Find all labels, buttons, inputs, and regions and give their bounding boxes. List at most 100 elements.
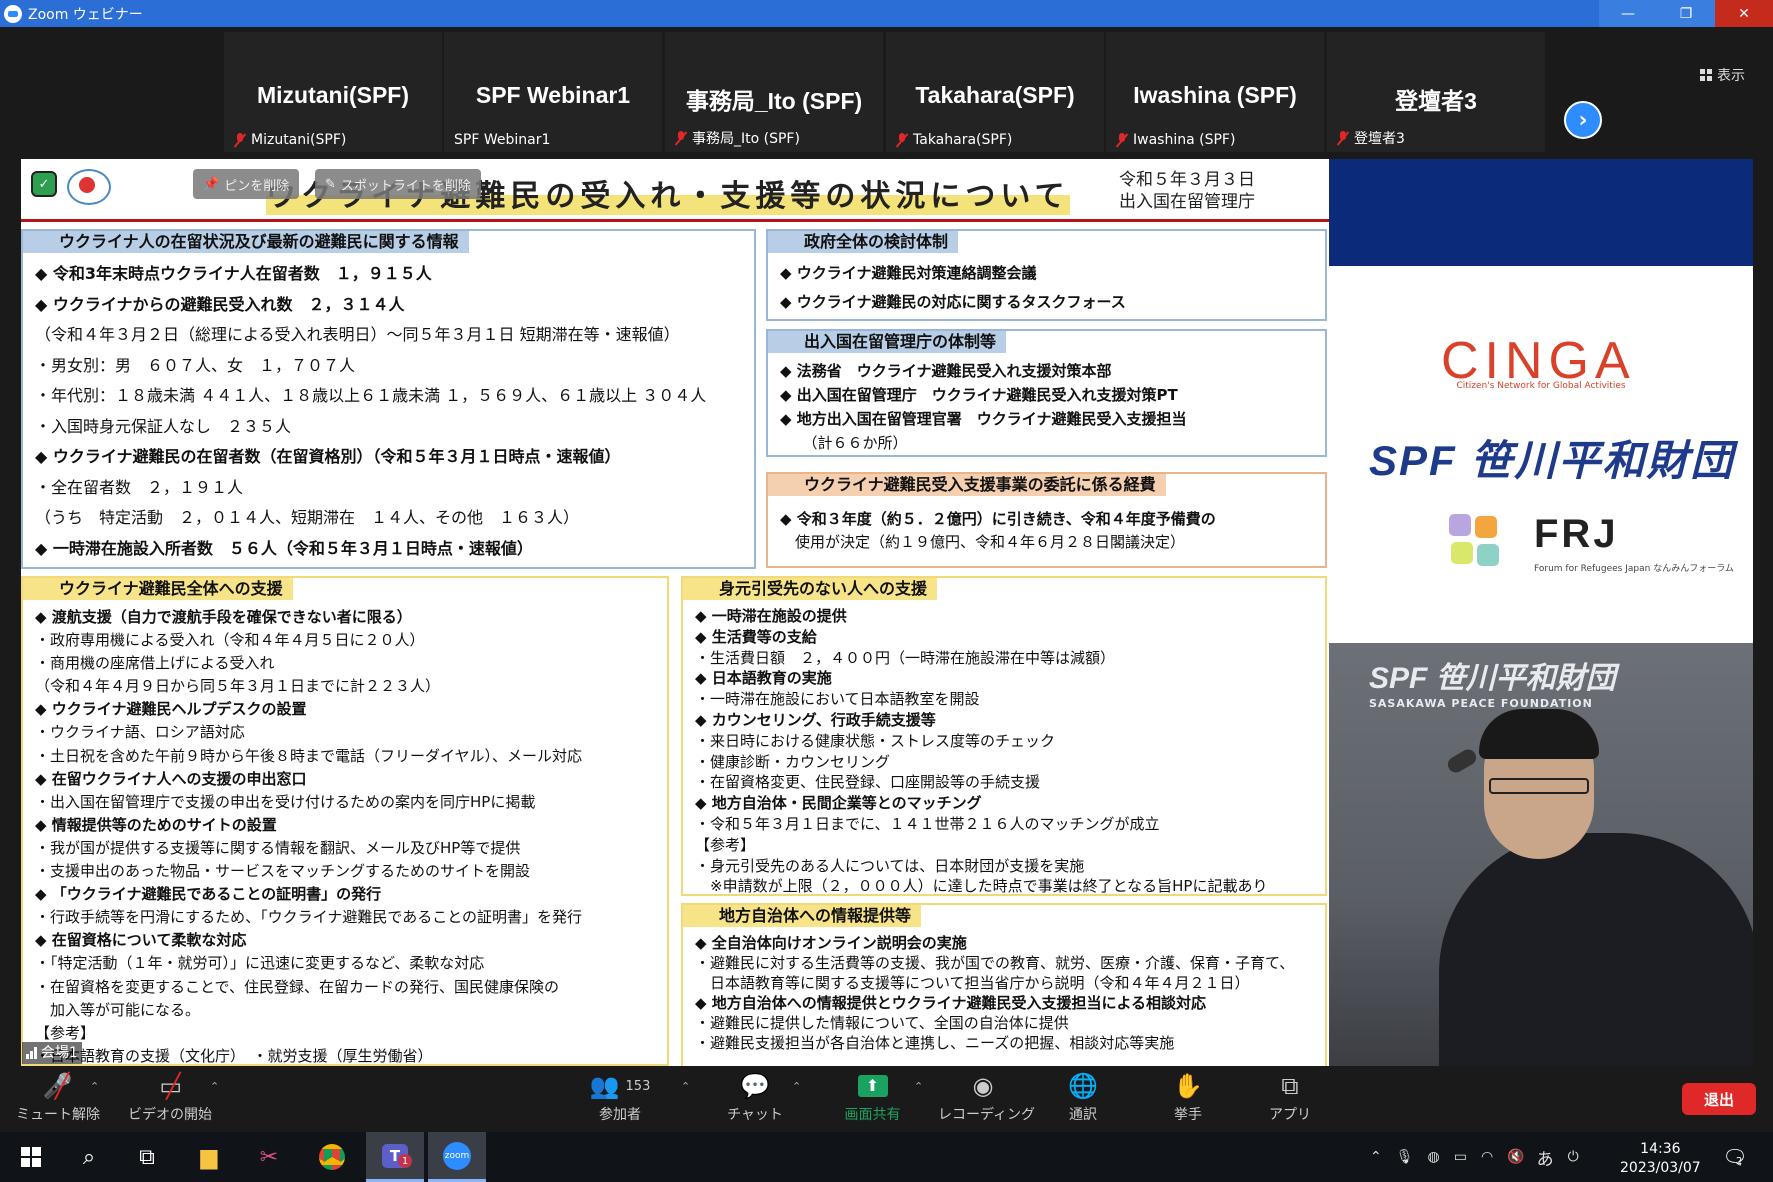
- search-icon[interactable]: ⌕: [60, 1132, 118, 1182]
- chevron-up-icon[interactable]: ⌃: [681, 1080, 690, 1093]
- battery-icon[interactable]: ▭: [1454, 1149, 1467, 1165]
- box-items: ウクライナ避難民対策連絡調整会議ウクライナ避難民の対応に関するタスクフォース: [780, 259, 1317, 317]
- participant-label: Takahara(SPF): [913, 132, 1013, 148]
- notification-icon[interactable]: 🗨 2: [1706, 1132, 1764, 1182]
- task-view-icon[interactable]: ⧉: [118, 1132, 176, 1182]
- chevron-up-icon[interactable]: ⌃: [90, 1080, 99, 1093]
- clock-date: 2023/03/07: [1620, 1160, 1701, 1176]
- participant-tile[interactable]: SPF Webinar1 SPF Webinar1: [444, 32, 662, 152]
- unpin-button[interactable]: 📌 ピンを削除: [193, 169, 300, 199]
- apps-label: アプリ: [1269, 1107, 1311, 1123]
- frj-logo: FRJ: [1534, 512, 1619, 556]
- security-icon[interactable]: ◍: [1428, 1149, 1440, 1165]
- snipping-tool-icon[interactable]: ✂: [240, 1132, 298, 1182]
- participants-button[interactable]: 👥 153 参加者: [590, 1072, 651, 1124]
- clock-time: 14:36: [1640, 1141, 1681, 1157]
- sub-item: ・身元引受先のある人については、日本財団が支援を実施: [695, 856, 1085, 875]
- remove-spotlight-button[interactable]: ✎ スポットライトを削除: [315, 169, 481, 199]
- participant-tile[interactable]: 事務局_Ito (SPF) 事務局_Ito (SPF): [665, 32, 883, 152]
- mic-muted-icon: [1337, 131, 1349, 145]
- sub-item: ・避難民に対する生活費等の支援、我が国での教育、就労、医療・介護、保育・子育て、: [695, 954, 1295, 972]
- box-support-all: ウクライナ避難民全体への支援 渡航支援（自力で渡航手段を確保できない者に限る） ・…: [21, 576, 669, 1066]
- participant-label: Iwashina (SPF): [1133, 132, 1236, 148]
- box-title: 政府全体の検討体制: [768, 231, 959, 253]
- bullet-item: ウクライナ避難民対策連絡調整会議: [780, 259, 1317, 288]
- minimize-button[interactable]: —: [1599, 0, 1657, 27]
- volume-muted-icon[interactable]: 🔇: [1507, 1149, 1524, 1165]
- sub-item: （計６６か所）: [780, 434, 908, 452]
- participant-tile[interactable]: Iwashina (SPF) Iwashina (SPF): [1106, 32, 1324, 152]
- sub-item: ・避難民に提供した情報について、全国の自治体に提供: [695, 1014, 1069, 1032]
- sub-item: ・生活費日額 ２，４００円（一時滞在施設滞在中等は減額）: [695, 648, 1116, 667]
- banner-sub: SASAKAWA PEACE FOUNDATION: [1369, 697, 1593, 710]
- recording-button[interactable]: ◉ レコーディング: [938, 1072, 1035, 1124]
- bullet-item: 情報提供等のためのサイトの設置: [35, 814, 659, 837]
- chevron-up-icon[interactable]: ⌃: [1370, 1149, 1382, 1165]
- speaker-video[interactable]: SPF 笹川平和財団 SASAKAWA PEACE FOUNDATION: [1329, 643, 1753, 1066]
- wifi-icon[interactable]: ◠: [1481, 1149, 1493, 1165]
- sub-item: ・出入国在留管理庁で支援の申出を受け付けるための案内を同庁HPに掲載: [35, 792, 536, 811]
- window-titlebar: Zoom ウェビナー — ❐ ✕: [0, 0, 1773, 27]
- sub-item: ・日本語教育の支援（文化庁） ・就労支援（厚生労働省）: [35, 1046, 433, 1065]
- start-video-button[interactable]: ▭ ╱ ビデオの開始: [125, 1072, 215, 1124]
- leave-button[interactable]: 退出: [1682, 1083, 1756, 1115]
- chevron-up-icon[interactable]: ⌃: [792, 1080, 801, 1093]
- teams-icon[interactable]: T 1: [366, 1132, 424, 1182]
- microphone-icon[interactable]: 🎙: [1396, 1149, 1414, 1165]
- bullet-item: ウクライナ避難民ヘルプデスクの設置: [35, 698, 659, 721]
- view-button[interactable]: 表示: [1700, 65, 1745, 85]
- chevron-up-icon[interactable]: ⌃: [210, 1080, 219, 1093]
- bullet-item: ウクライナからの避難民受入れ数 ２，３１４人: [35, 290, 746, 321]
- box-items: 一時滞在施設の提供生活費等の支給・生活費日額 ２，４００円（一時滞在施設滞在中等…: [695, 606, 1317, 897]
- participant-tile[interactable]: Mizutani(SPF) Mizutani(SPF): [224, 32, 442, 152]
- participant-name: SPF Webinar1: [475, 82, 631, 108]
- sub-item: ・一時滞在施設において日本語教室を開設: [695, 690, 980, 709]
- sub-item: ・「特定活動（１年・就労可）」に迅速に変更するなど、柔軟な対応: [35, 954, 485, 973]
- ime-mode-icon[interactable]: ⏻: [1568, 1149, 1579, 1165]
- bullet-item: 地方出入国在留管理官署 ウクライナ避難民受入支援担当: [780, 407, 1317, 431]
- start-button[interactable]: [2, 1132, 60, 1182]
- sub-item: 使用が決定（約１９億円、令和４年６月２８日閣議決定）: [780, 533, 1186, 551]
- sub-item: ・年代別：１８歳未満 ４４１人、１８歳以上６１歳未満 １，５６９人、６１歳以上 …: [35, 386, 707, 405]
- sub-item: ・商用機の座席借上げによる受入れ: [35, 654, 275, 673]
- bullet-item: 「ウクライナ避難民であることの証明書」の発行: [35, 883, 659, 906]
- ime-indicator[interactable]: あ: [1537, 1145, 1554, 1170]
- zoom-app-icon[interactable]: zoom: [428, 1132, 486, 1182]
- frj-dots-icon: [1449, 514, 1509, 574]
- sub-item: （うち 特定活動 ２，０１４人、短期滞在 １４人、その他 １６３人）: [35, 508, 580, 527]
- file-explorer-icon[interactable]: ▆: [180, 1132, 238, 1182]
- unmute-button[interactable]: 🎤 ╱ ミュート解除: [16, 1072, 100, 1124]
- sub-item: 【参考】: [35, 1023, 96, 1042]
- interpretation-button[interactable]: 🌐 通訳: [1058, 1072, 1108, 1124]
- raise-hand-button[interactable]: ✋ 挙手: [1163, 1072, 1213, 1124]
- shield-icon[interactable]: ✓: [31, 171, 57, 197]
- interpretation-label: 通訳: [1069, 1107, 1097, 1123]
- chat-button[interactable]: 💬 チャット: [725, 1072, 785, 1124]
- bullet-item: 一時滞在施設の提供: [695, 606, 1317, 627]
- unpin-label: ピンを削除: [224, 178, 290, 194]
- box-title: ウクライナ人の在留状況及び最新の避難民に関する情報: [23, 231, 469, 253]
- spotlight-label: スポットライトを削除: [340, 178, 471, 194]
- slide-date-line: 令和５年３月３日: [1119, 170, 1255, 190]
- chevron-up-icon[interactable]: ⌃: [914, 1080, 923, 1093]
- chrome-icon[interactable]: [303, 1132, 361, 1182]
- share-screen-button[interactable]: ⬆ 画面共有: [835, 1072, 910, 1124]
- restore-button[interactable]: ❐: [1657, 0, 1715, 27]
- pin-icon: 📌: [203, 176, 220, 192]
- start-video-label: ビデオの開始: [128, 1107, 212, 1123]
- bullet-item: ウクライナ避難民の対応に関するタスクフォース: [780, 288, 1317, 317]
- sub-item: ・入国時身元保証人なし ２３５人: [35, 416, 292, 436]
- participant-tile[interactable]: 登壇者3 登壇者3: [1327, 32, 1545, 152]
- apps-button[interactable]: ⧉ アプリ: [1265, 1072, 1315, 1124]
- box-govt: 政府全体の検討体制 ウクライナ避難民対策連絡調整会議ウクライナ避難民の対応に関す…: [766, 229, 1327, 321]
- bullet-item: 在留ウクライナ人への支援の申出窓口: [35, 768, 659, 791]
- sub-item: ・在留資格を変更することで、住民登録、在留カードの発行、国民健康保険の: [35, 977, 559, 996]
- banner-main: SPF 笹川平和財団: [1369, 662, 1616, 695]
- participant-label: Mizutani(SPF): [251, 132, 347, 148]
- chevron-right-icon[interactable]: ›: [1564, 101, 1602, 139]
- bullet-item: 出入国在留管理庁 ウクライナ避難民受入れ支援対策PT: [780, 383, 1317, 407]
- close-window-button[interactable]: ✕: [1715, 0, 1773, 27]
- frj-subtitle: Forum for Refugees Japan なんみんフォーラム: [1534, 564, 1734, 574]
- taskbar-clock[interactable]: 14:36 2023/03/07: [1620, 1140, 1701, 1178]
- participant-tile[interactable]: Takahara(SPF) Takahara(SPF): [886, 32, 1104, 152]
